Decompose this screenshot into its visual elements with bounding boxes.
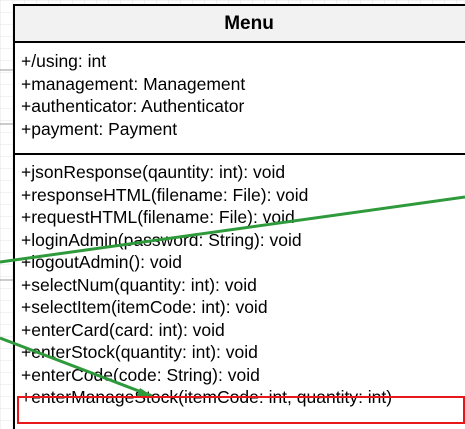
diagram-canvas: Menu +/using: int +management: Managemen… [0, 0, 465, 429]
connector-overlay [0, 195, 465, 398]
highlight-box [17, 396, 465, 424]
connector-line [0, 336, 153, 398]
connector-line [0, 195, 465, 264]
